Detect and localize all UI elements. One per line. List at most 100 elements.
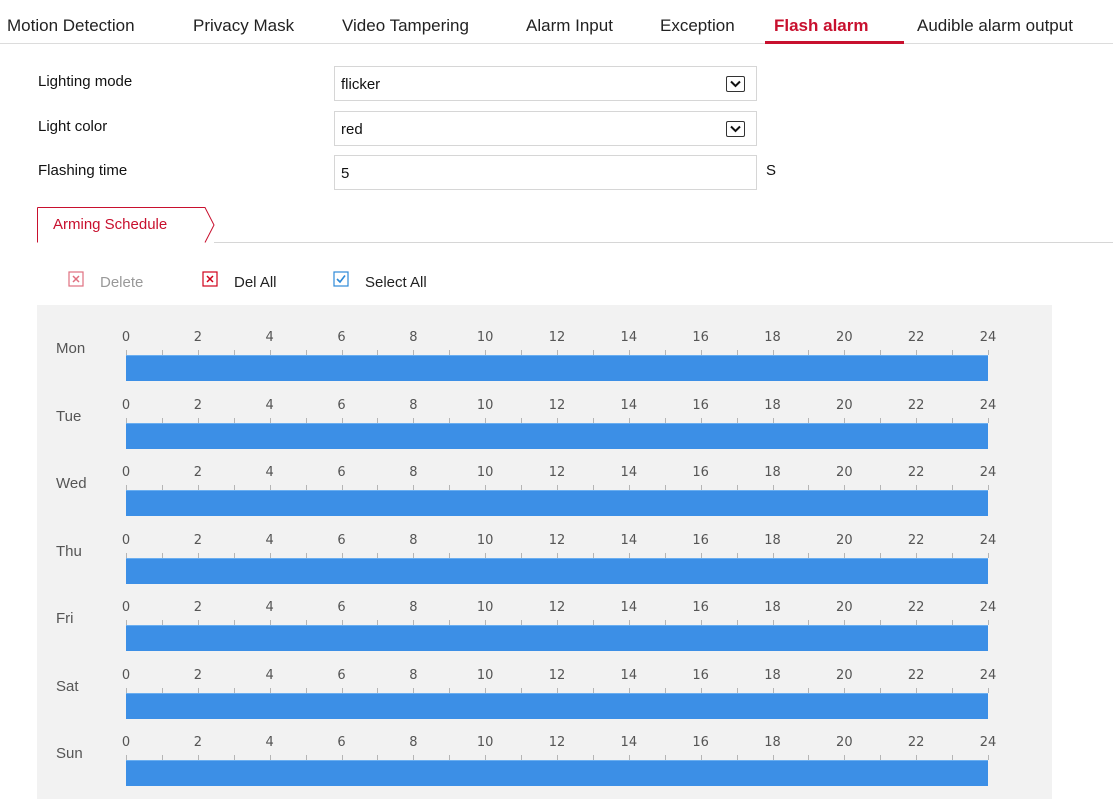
hour-tick-label: 16 [692, 735, 709, 750]
flashing-time-input[interactable]: 5 [334, 155, 757, 190]
hour-tick-label: 8 [409, 600, 418, 615]
delete-icon [68, 271, 84, 287]
hour-tick-mark [988, 485, 989, 490]
tab-flash-alarm[interactable]: Flash alarm [774, 16, 869, 36]
arming-schedule-label: Arming Schedule [53, 216, 168, 233]
hour-tick-label: 10 [476, 667, 494, 683]
hour-tick-label: 10 [476, 465, 494, 480]
hour-tick-label: 0 [121, 735, 131, 750]
hour-tick-label: 18 [764, 735, 781, 750]
hour-tick-label: 14 [620, 735, 638, 750]
chevron-down-icon[interactable] [726, 76, 745, 92]
delete-button[interactable]: Delete [68, 271, 168, 293]
hour-tick-label: 24 [979, 465, 997, 480]
hour-tick-label: 12 [548, 465, 566, 480]
delete-all-icon [202, 271, 218, 287]
hour-tick-label: 4 [265, 600, 274, 615]
hour-tick-label: 10 [476, 532, 494, 548]
tab-bar: Motion Detection Privacy Mask Video Tamp… [0, 0, 1113, 44]
hour-tick-label: 22 [907, 667, 925, 683]
hour-tick-label: 18 [764, 330, 781, 345]
tab-exception[interactable]: Exception [660, 16, 735, 36]
hour-tick-label: 2 [193, 465, 202, 480]
schedule-bar-sat[interactable] [126, 692, 988, 719]
del-all-label: Del All [234, 274, 277, 291]
light-color-select[interactable]: red [334, 111, 757, 146]
hour-tick-label: 22 [907, 532, 925, 548]
hour-tick-label: 4 [265, 465, 274, 480]
hour-tick-label: 2 [193, 667, 202, 683]
hour-tick-label: 16 [692, 330, 709, 345]
hour-tick-label: 18 [764, 600, 781, 615]
hour-tick-label: 8 [409, 465, 418, 480]
hour-tick-label: 22 [907, 600, 925, 615]
day-label-tue: Tue [56, 407, 82, 425]
hour-tick-label: 6 [337, 735, 346, 750]
del-all-button[interactable]: Del All [202, 271, 302, 293]
arming-schedule-tab[interactable]: Arming Schedule [37, 207, 215, 243]
hour-tick-label: 16 [692, 397, 709, 413]
day-label-fri: Fri [56, 610, 74, 627]
tab-alarm-input[interactable]: Alarm Input [526, 16, 613, 36]
hour-tick-mark [988, 417, 989, 423]
hour-tick-label: 18 [764, 532, 781, 548]
hour-tick-label: 2 [193, 330, 202, 345]
lighting-mode-select[interactable]: flicker [334, 66, 757, 101]
hour-tick-label: 24 [979, 330, 997, 345]
hour-tick-label: 4 [265, 397, 274, 413]
hour-tick-label: 0 [121, 397, 131, 413]
day-label-sat: Sat [56, 677, 79, 695]
hour-tick-label: 14 [620, 330, 638, 345]
day-label-thu: Thu [56, 542, 82, 560]
hour-tick-label: 24 [979, 532, 997, 548]
hour-tick-label: 6 [337, 397, 346, 413]
hour-tick-label: 6 [337, 667, 346, 683]
flashing-time-value: 5 [341, 165, 350, 182]
hour-tick-label: 4 [265, 735, 274, 750]
hour-tick-label: 20 [836, 465, 853, 480]
schedule-bar-mon[interactable] [126, 355, 988, 381]
schedule-bar-fri[interactable] [126, 625, 988, 651]
hour-tick-label: 0 [121, 667, 131, 683]
tab-motion-detection[interactable]: Motion Detection [7, 16, 135, 36]
section-divider [214, 242, 1113, 243]
active-tab-indicator [765, 41, 904, 44]
hour-tick-label: 10 [476, 600, 494, 615]
tab-video-tampering[interactable]: Video Tampering [342, 16, 469, 36]
hour-tick-label: 2 [193, 532, 202, 548]
tab-audible-alarm-output[interactable]: Audible alarm output [917, 16, 1073, 36]
chevron-down-icon[interactable] [726, 121, 745, 137]
hour-tick-label: 12 [548, 330, 566, 345]
hour-tick-label: 20 [836, 397, 853, 413]
tab-privacy-mask[interactable]: Privacy Mask [193, 16, 294, 36]
hour-tick-label: 2 [193, 600, 202, 615]
hour-tick-label: 14 [620, 465, 638, 480]
hour-tick-label: 20 [836, 330, 853, 345]
hour-tick-label: 16 [692, 465, 709, 480]
hour-tick-label: 6 [337, 532, 346, 548]
hour-tick-label: 24 [979, 735, 997, 750]
hour-tick-label: 0 [121, 600, 131, 615]
light-color-label: Light color [38, 118, 108, 135]
hour-tick-label: 16 [692, 600, 709, 615]
schedule-bar-wed[interactable] [126, 490, 988, 516]
hour-tick-label: 20 [836, 735, 853, 750]
hour-tick-label: 8 [409, 532, 418, 548]
hour-tick-label: 6 [337, 465, 346, 480]
schedule-bar-thu[interactable] [126, 557, 988, 584]
hour-tick-label: 22 [907, 330, 925, 345]
hour-tick-label: 12 [548, 667, 566, 683]
hour-tick-label: 14 [620, 667, 638, 683]
hour-tick-label: 20 [836, 600, 853, 615]
hour-tick-label: 10 [476, 397, 494, 413]
schedule-bar-sun[interactable] [126, 760, 988, 786]
hour-tick-label: 24 [979, 397, 997, 413]
select-all-button[interactable]: Select All [333, 271, 453, 293]
schedule-bar-tue[interactable] [126, 422, 988, 449]
hour-tick-label: 12 [548, 532, 566, 548]
hour-tick-mark [988, 755, 989, 760]
hour-tick-label: 20 [836, 532, 853, 548]
hour-tick-label: 4 [265, 667, 274, 683]
hour-tick-label: 0 [121, 532, 131, 548]
lighting-mode-label: Lighting mode [38, 73, 133, 90]
